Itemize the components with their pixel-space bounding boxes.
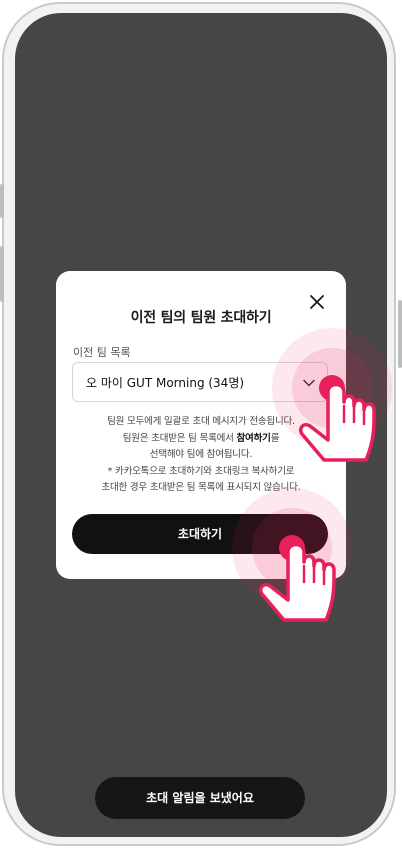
app-screen-dimmed: 이전 팀의 팀원 초대하기 이전 팀 목록 오 마이 GUT Morning (… xyxy=(15,13,387,837)
chevron-down-icon xyxy=(303,379,315,387)
desc-line: * 카카오톡으로 초대하기와 초대링크 복사하기로 xyxy=(107,465,295,477)
desc-line: 팀원은 초대받은 팀 목록에서 참여하기를 xyxy=(122,432,280,444)
phone-side-button xyxy=(0,184,4,218)
invite-modal: 이전 팀의 팀원 초대하기 이전 팀 목록 오 마이 GUT Morning (… xyxy=(56,271,346,579)
selected-team-value: 오 마이 GUT Morning (34명) xyxy=(86,376,245,390)
invite-description: 팀원 모두에게 일괄로 초대 메시지가 전송됩니다. 팀원은 초대받은 팀 목록… xyxy=(56,414,346,497)
close-icon[interactable] xyxy=(306,291,328,313)
desc-line: 선택해야 팀에 참여됩니다. xyxy=(149,449,253,460)
phone-side-button xyxy=(0,246,4,302)
invite-button[interactable]: 초대하기 xyxy=(72,514,328,554)
modal-title: 이전 팀의 팀원 초대하기 xyxy=(130,310,272,326)
team-select-dropdown[interactable]: 오 마이 GUT Morning (34명) xyxy=(72,362,328,402)
join-emphasis: 참여하기 xyxy=(236,432,271,444)
phone-side-button xyxy=(398,300,402,368)
desc-line: 팀원 모두에게 일괄로 초대 메시지가 전송됩니다. xyxy=(107,416,295,427)
team-list-label: 이전 팀 목록 xyxy=(73,346,131,359)
desc-line: 초대한 경우 초대받은 팀 목록에 표시되지 않습니다. xyxy=(101,482,301,493)
toast-notification: 초대 알림을 보냈어요 xyxy=(95,777,305,819)
